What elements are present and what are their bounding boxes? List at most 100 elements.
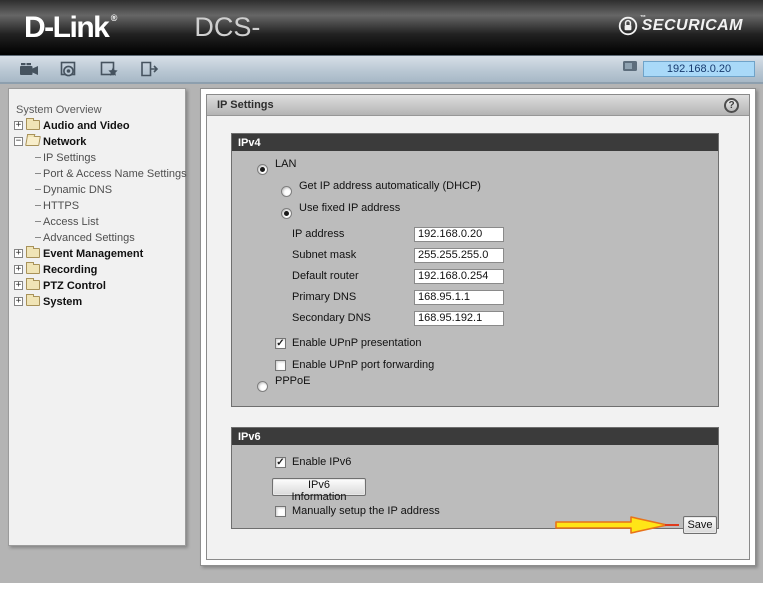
save-button[interactable]: Save <box>683 516 717 534</box>
sidebar-item-label: Recording <box>43 264 97 276</box>
upnp-presentation-checkbox[interactable]: ✓ <box>275 338 286 349</box>
navigation-tree: System Overview + Audio and Video − Netw… <box>8 88 186 546</box>
page-title: IP Settings <box>217 99 274 111</box>
badge-label: SECURICAM <box>642 17 743 34</box>
folder-icon <box>26 280 40 290</box>
secondary-dns-field[interactable] <box>414 311 504 326</box>
sidebar-item-https[interactable]: HTTPS <box>35 198 181 213</box>
brand-text: D-Link <box>24 11 108 44</box>
expand-plus-icon[interactable]: + <box>14 281 23 290</box>
registered-mark: ® <box>111 13 118 23</box>
tree-connector <box>35 205 41 206</box>
collapse-minus-icon[interactable]: − <box>14 137 23 146</box>
sidebar-item-label: Event Management <box>43 248 143 260</box>
enable-ipv6-checkbox[interactable]: ✓ <box>275 457 286 468</box>
sidebar-item-label: System <box>43 296 82 308</box>
sidebar-item-ptz-control[interactable]: + PTZ Control <box>14 278 181 293</box>
default-router-label: Default router <box>292 270 414 282</box>
live-view-icon[interactable] <box>58 60 80 78</box>
dhcp-radio[interactable] <box>281 186 292 197</box>
ipv6-information-button[interactable]: IPv6 Information <box>272 478 366 496</box>
folder-icon <box>26 120 40 130</box>
model-name: DCS- <box>194 12 260 43</box>
sidebar-item-event-management[interactable]: + Event Management <box>14 246 181 261</box>
sidebar-item-label: Network <box>43 136 86 148</box>
screen-icon <box>622 60 638 78</box>
lan-radio[interactable] <box>257 164 268 175</box>
expand-plus-icon[interactable]: + <box>14 121 23 130</box>
sidebar-item-ip-settings[interactable]: IP Settings <box>35 150 181 165</box>
sidebar-item-label: Dynamic DNS <box>43 184 112 196</box>
sidebar-item-network[interactable]: − Network <box>14 134 181 149</box>
expand-plus-icon[interactable]: + <box>14 297 23 306</box>
main-panel-inner: IP Settings ? IPv4 LAN Get IP address au… <box>206 94 750 560</box>
primary-dns-label: Primary DNS <box>292 291 414 303</box>
sidebar-item-system-overview[interactable]: System Overview <box>16 102 181 117</box>
ipv4-group: IPv4 LAN Get IP address automatically (D… <box>231 133 719 407</box>
manual-ipv6-label: Manually setup the IP address <box>292 505 440 517</box>
camera-ip-address[interactable]: 192.168.0.20 <box>643 61 755 77</box>
open-folder-icon <box>25 136 41 146</box>
sidebar-item-label: Port & Access Name Settings <box>43 168 187 180</box>
sidebar-item-label: Advanced Settings <box>43 232 135 244</box>
main-panel: IP Settings ? IPv4 LAN Get IP address au… <box>200 88 756 566</box>
fixed-ip-radio[interactable] <box>281 208 292 219</box>
sidebar-item-label: Access List <box>43 216 99 228</box>
lan-label: LAN <box>275 158 296 170</box>
tree-connector <box>35 157 41 158</box>
sidebar-item-recording[interactable]: + Recording <box>14 262 181 277</box>
subnet-mask-field[interactable] <box>414 248 504 263</box>
ipv6-group-header: IPv6 <box>232 428 718 445</box>
folder-icon <box>26 264 40 274</box>
securicam-text: ™SECURICAM <box>642 17 743 35</box>
sidebar-item-dynamic-dns[interactable]: Dynamic DNS <box>35 182 181 197</box>
folder-icon <box>26 296 40 306</box>
sidebar-item-label: PTZ Control <box>43 280 106 292</box>
tree-connector <box>35 221 41 222</box>
dlink-logo: D-Link® <box>24 11 108 45</box>
video-camera-icon[interactable] <box>18 60 40 78</box>
help-icon[interactable]: ? <box>724 98 739 113</box>
save-row: Save <box>553 513 717 537</box>
sidebar-item-audio-and-video[interactable]: + Audio and Video <box>14 118 181 133</box>
setup-icon[interactable] <box>98 60 120 78</box>
ipv4-group-header: IPv4 <box>232 134 718 151</box>
sidebar-item-label: Audio and Video <box>43 120 130 132</box>
pppoe-label: PPPoE <box>275 375 310 387</box>
default-router-field[interactable] <box>414 269 504 284</box>
sidebar-item-label: HTTPS <box>43 200 79 212</box>
top-banner: D-Link® DCS- ™SECURICAM <box>0 0 763 55</box>
sidebar-item-advanced-settings[interactable]: Advanced Settings <box>35 230 181 245</box>
network-children: IP Settings Port & Access Name Settings … <box>14 150 181 245</box>
pppoe-radio[interactable] <box>257 381 268 392</box>
tree-connector <box>35 189 41 190</box>
upnp-presentation-label: Enable UPnP presentation <box>292 337 421 349</box>
securicam-logo: ™SECURICAM <box>618 16 743 36</box>
lock-icon <box>618 16 638 36</box>
secondary-dns-label: Secondary DNS <box>292 312 414 324</box>
sidebar-item-system[interactable]: + System <box>14 294 181 309</box>
fixed-ip-label: Use fixed IP address <box>299 202 400 214</box>
logout-icon[interactable] <box>138 60 160 78</box>
tree-connector <box>35 237 41 238</box>
expand-plus-icon[interactable]: + <box>14 249 23 258</box>
ip-address-field[interactable] <box>414 227 504 242</box>
folder-icon <box>26 248 40 258</box>
trademark-mark: ™ <box>640 15 647 21</box>
upnp-port-forwarding-checkbox[interactable] <box>275 360 286 371</box>
primary-dns-field[interactable] <box>414 290 504 305</box>
manual-ipv6-checkbox[interactable] <box>275 506 286 517</box>
bottom-margin <box>0 583 763 591</box>
enable-ipv6-label: Enable IPv6 <box>292 456 351 468</box>
panel-title-bar: IP Settings ? <box>207 95 749 116</box>
dhcp-label: Get IP address automatically (DHCP) <box>299 180 481 192</box>
ip-address-label: IP address <box>292 228 414 240</box>
expand-plus-icon[interactable]: + <box>14 265 23 274</box>
sidebar-item-label: IP Settings <box>43 152 96 164</box>
sidebar-item-port-access-name-settings[interactable]: Port & Access Name Settings <box>35 166 181 181</box>
sidebar-item-label: System Overview <box>16 104 102 116</box>
annotation-arrow-icon <box>553 513 681 537</box>
sidebar-item-access-list[interactable]: Access List <box>35 214 181 229</box>
tree-connector <box>35 173 41 174</box>
toolbar: 192.168.0.20 <box>0 55 763 84</box>
